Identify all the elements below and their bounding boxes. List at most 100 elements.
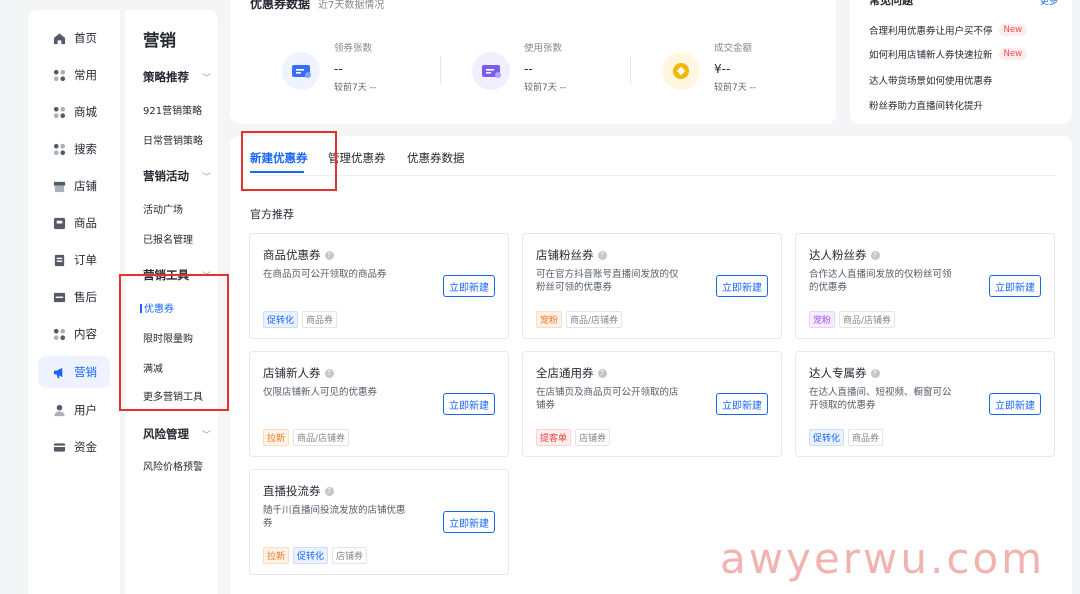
chevron-down-icon: ﹀ (201, 271, 211, 282)
coupon-used-icon (472, 52, 510, 90)
subnav-item-price-warning[interactable]: 风险价格预警 (143, 458, 203, 473)
faq-panel: 常见问题 更多 合理利用优惠券让用户买不停 New 如何利用店铺新人券快速拉新 Ne… (850, 0, 1072, 124)
active-tab-indicator (250, 171, 304, 173)
apps-icon (52, 327, 66, 341)
subnav-item-full-reduction[interactable]: 满减 (143, 360, 163, 375)
tag: 商品/店铺券 (566, 311, 623, 328)
faq-item[interactable]: 达人带货场景如何使用优惠券 (869, 73, 993, 87)
help-icon[interactable]: ? (870, 250, 880, 260)
coupon-card-creator-exclusive: 达人专属券? 在达人直播间、短视频、橱窗可公开领取的优惠券 立即新建 促转化 商… (795, 351, 1055, 457)
help-icon[interactable]: ? (597, 250, 607, 260)
tag: 拉新 (263, 429, 290, 446)
nav-item-product[interactable]: 商品 (38, 207, 110, 239)
stat-amount: 成交金额 ¥-- 较前7天 -- (662, 34, 832, 104)
help-icon[interactable]: ? (324, 486, 334, 496)
chevron-down-icon: ﹀ (201, 430, 211, 441)
subnav-title: 营销 (143, 31, 176, 50)
tag: 提客单 (536, 429, 572, 446)
nav-item-common[interactable]: 常用 (38, 59, 110, 91)
subnav-item-coupon[interactable]: 优惠券 (140, 300, 174, 315)
create-button[interactable]: 立即新建 (989, 393, 1041, 415)
subnav-group-tools[interactable]: 营销工具 ﹀ (143, 267, 211, 283)
product-icon (52, 216, 66, 230)
help-icon[interactable]: ? (324, 368, 334, 378)
faq-item[interactable]: 粉丝券助力直播间转化提升 (869, 98, 983, 112)
tag: 促转化 (809, 429, 845, 446)
tag: 宠粉 (536, 311, 563, 328)
create-button[interactable]: 立即新建 (989, 275, 1041, 297)
tag: 拉新 (263, 547, 290, 564)
subnav-item-921-strategy[interactable]: 921营销策略 (143, 102, 202, 117)
stats-subtitle: 近7天数据情况 (318, 0, 385, 11)
subnav-item-more-tools[interactable]: 更多营销工具 (143, 388, 203, 403)
new-badge: New (998, 48, 1028, 60)
tab-manage-coupon[interactable]: 管理优惠券 (328, 150, 386, 166)
help-icon[interactable]: ? (870, 368, 880, 378)
primary-nav: 首页 常用 商城 搜索 店铺 商品 订单 售后 内容 营销 用户 资金 (28, 10, 120, 594)
nav-item-search[interactable]: 搜索 (38, 133, 110, 165)
subnav-group-strategy[interactable]: 策略推荐 ﹀ (143, 69, 211, 85)
coupon-card-store-newcomer: 店铺新人券? 仅限店铺新人可见的优惠券 立即新建 拉新 商品/店铺券 (249, 351, 509, 457)
tag: 商品/店铺券 (293, 429, 350, 446)
secondary-nav: 营销 策略推荐 ﹀ 921营销策略 日常营销策略 营销活动 ﹀ 活动广场 已报名管理… (125, 10, 218, 594)
create-button[interactable]: 立即新建 (443, 393, 495, 415)
coupon-main-panel: 新建优惠券 管理优惠券 优惠券数据 官方推荐 商品优惠券? 在商品页可公开领取的… (230, 136, 1072, 594)
divider (440, 56, 441, 84)
faq-item[interactable]: 合理利用优惠券让用户买不停 New (869, 23, 1028, 37)
stats-title: 优惠券数据 (250, 0, 311, 11)
user-icon (52, 403, 66, 417)
nav-item-order[interactable]: 订单 (38, 244, 110, 276)
home-icon (52, 31, 66, 45)
subnav-item-daily-strategy[interactable]: 日常营销策略 (143, 132, 203, 147)
order-icon (52, 253, 66, 267)
tag: 商品券 (302, 311, 338, 328)
create-button[interactable]: 立即新建 (716, 275, 768, 297)
subnav-item-registered[interactable]: 已报名管理 (143, 231, 193, 246)
nav-item-home[interactable]: 首页 (38, 22, 110, 54)
tag: 促转化 (263, 311, 299, 328)
nav-item-store[interactable]: 店铺 (38, 170, 110, 202)
coupon-card-store-wide: 全店通用券? 在店铺页及商品页可公开领取的店铺券 立即新建 提客单 店铺券 (522, 351, 782, 457)
coin-icon (662, 52, 700, 90)
nav-item-aftersale[interactable]: 售后 (38, 281, 110, 313)
nav-item-user[interactable]: 用户 (38, 394, 110, 426)
subnav-group-risk[interactable]: 风险管理 ﹀ (143, 426, 211, 442)
store-icon (52, 179, 66, 193)
tag: 店铺券 (332, 547, 368, 564)
create-button[interactable]: 立即新建 (443, 275, 495, 297)
tab-new-coupon[interactable]: 新建优惠券 (250, 150, 308, 166)
apps-icon (52, 68, 66, 82)
subnav-item-activity-plaza[interactable]: 活动广场 (143, 201, 183, 216)
nav-item-funds[interactable]: 资金 (38, 431, 110, 463)
subnav-item-flash-sale[interactable]: 限时限量购 (143, 330, 193, 345)
apps-icon (52, 105, 66, 119)
nav-item-marketing[interactable]: 营销 (38, 356, 110, 388)
coupon-card-product: 商品优惠券? 在商品页可公开领取的商品券 立即新建 促转化 商品券 (249, 233, 509, 339)
wallet-icon (52, 440, 66, 454)
tag: 店铺券 (575, 429, 611, 446)
apps-icon (52, 142, 66, 156)
nav-item-mall[interactable]: 商城 (38, 96, 110, 128)
watermark: awyerwu.com (720, 534, 1046, 583)
tag: 宠粉 (809, 311, 836, 328)
coupon-card-live-ad: 直播投流券? 随千川直播间投流发放的店铺优惠券 立即新建 拉新 促转化 店铺券 (249, 469, 509, 575)
coupon-card-creator-fans: 达人粉丝券? 合作达人直播间发放的仅粉丝可领的优惠券 立即新建 宠粉 商品/店铺… (795, 233, 1055, 339)
tab-coupon-data[interactable]: 优惠券数据 (407, 150, 465, 166)
coupon-card-store-fans: 店铺粉丝券? 可在官方抖音账号直播间发放的仅粉丝可领的优惠券 立即新建 宠粉 商… (522, 233, 782, 339)
create-button[interactable]: 立即新建 (443, 511, 495, 533)
subnav-group-activities[interactable]: 营销活动 ﹀ (143, 168, 211, 184)
tag: 商品券 (848, 429, 884, 446)
tag: 商品/店铺券 (839, 311, 896, 328)
chevron-down-icon: ﹀ (201, 172, 211, 183)
nav-item-content[interactable]: 内容 (38, 318, 110, 350)
create-button[interactable]: 立即新建 (716, 393, 768, 415)
help-icon[interactable]: ? (597, 368, 607, 378)
aftersale-icon (52, 290, 66, 304)
faq-more-link[interactable]: 更多 (1040, 0, 1058, 7)
faq-item[interactable]: 如何利用店铺新人券快速拉新 New (869, 47, 1028, 61)
coupon-stats-panel: 优惠券数据 近7天数据情况 领券张数 -- 较前7天 -- 使用张数 -- 较前… (230, 0, 836, 124)
chevron-down-icon: ﹀ (201, 73, 211, 84)
coupon-tabs: 新建优惠券 管理优惠券 优惠券数据 (250, 136, 1056, 176)
stat-claimed: 领券张数 -- 较前7天 -- (282, 34, 452, 104)
help-icon[interactable]: ? (324, 250, 334, 260)
